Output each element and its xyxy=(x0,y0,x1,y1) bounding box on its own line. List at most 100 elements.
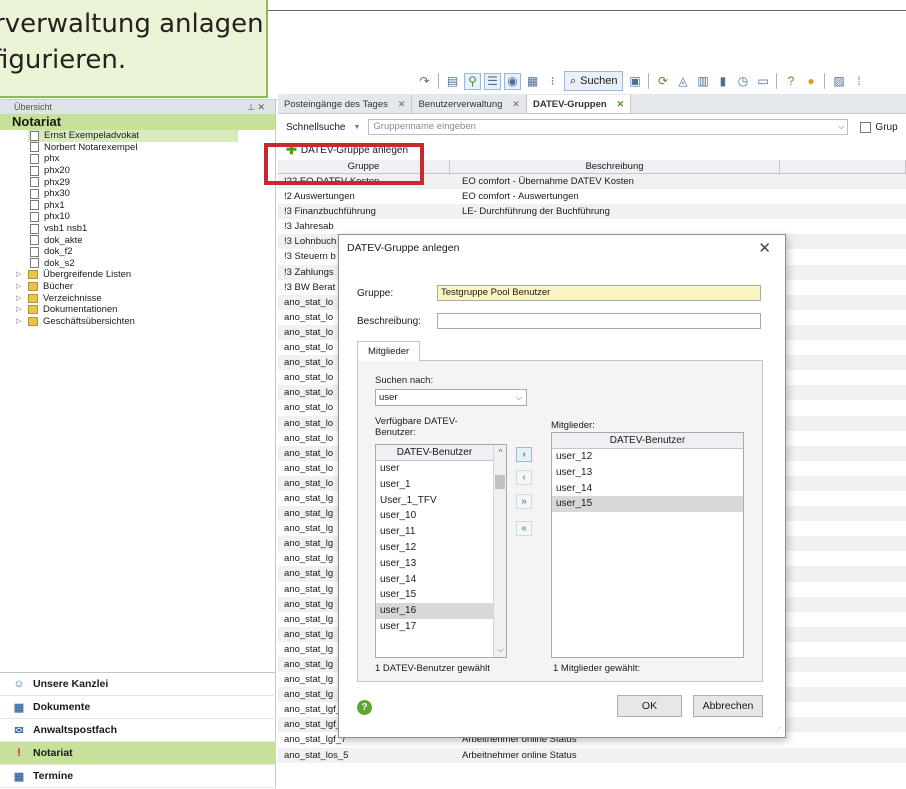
list-item[interactable]: user_12 xyxy=(552,449,743,465)
close-tab-icon[interactable]: ✕ xyxy=(398,99,406,110)
nav-dokumente[interactable]: ▦ Dokumente xyxy=(0,696,276,719)
list-item[interactable]: user_17 xyxy=(376,619,493,635)
filter-icon[interactable]: ⚲ xyxy=(464,72,481,90)
nav-notariat[interactable]: ! Notariat xyxy=(0,742,276,765)
tree-item[interactable]: phx29 xyxy=(0,176,275,188)
calculator-icon[interactable]: ▮ xyxy=(714,73,731,90)
tree-folder[interactable]: ▷ Verzeichnisse xyxy=(0,292,275,304)
tab-benutzerverwaltung[interactable]: Benutzerverwaltung ✕ xyxy=(412,95,527,113)
lightbulb-icon[interactable]: ● xyxy=(802,73,819,90)
group-filter-checkbox[interactable] xyxy=(860,121,872,133)
available-users-scrollbar[interactable]: ^ ⌵ xyxy=(493,445,506,657)
nav-termine[interactable]: ▦ Termine xyxy=(0,765,276,788)
group-name-input[interactable]: Testgruppe Pool Benutzer xyxy=(437,285,761,301)
list-item[interactable]: user_10 xyxy=(376,508,493,524)
add-datev-group-button[interactable]: ✚ DATEV-Gruppe anlegen xyxy=(278,140,906,160)
tree-item[interactable]: phx10 xyxy=(0,211,275,223)
tree-item[interactable]: phx xyxy=(0,153,275,165)
redo-icon[interactable]: ↷ xyxy=(416,73,433,90)
sort-icon[interactable]: ⁝ xyxy=(544,73,561,90)
add-member-button[interactable]: › xyxy=(516,447,532,462)
close-tab-icon[interactable]: ✕ xyxy=(512,99,520,110)
column-header-description[interactable]: Beschreibung xyxy=(450,160,780,173)
tree-item[interactable]: dok_f2 xyxy=(0,246,275,258)
book-icon[interactable]: ▥ xyxy=(694,73,711,90)
tree-root-notariat[interactable]: Notariat xyxy=(0,114,275,130)
nav-unsere-kanzlei[interactable]: ☺ Unsere Kanzlei xyxy=(0,673,276,696)
close-tab-icon[interactable]: ✕ xyxy=(617,99,625,110)
expand-arrow-icon[interactable]: ▷ xyxy=(16,293,24,304)
list-item[interactable]: user xyxy=(376,461,493,477)
tree-folder[interactable]: ▷ Geschäftsübersichten xyxy=(0,316,275,328)
chevron-down-icon[interactable]: ⌵ xyxy=(834,122,848,132)
available-users-list[interactable]: DATEV-Benutzer user user_1 User_1_TFV user_… xyxy=(375,444,507,658)
tree-folder[interactable]: ▷ Übergreifende Listen xyxy=(0,269,275,281)
list-item[interactable]: user_13 xyxy=(376,556,493,572)
tree-item[interactable]: dok_s2 xyxy=(0,258,275,270)
tree-item[interactable]: phx1 xyxy=(0,200,275,212)
quicksearch-mode-dropdown-icon[interactable]: ▼ xyxy=(353,124,360,131)
table-row[interactable]: !3 Jahresab xyxy=(278,219,906,234)
tab-posteingänge-des-tages[interactable]: Posteingänge des Tages ✕ xyxy=(278,95,413,113)
list-item[interactable]: user_15 xyxy=(376,587,493,603)
tree-item[interactable]: Norbert Notarexempel xyxy=(0,142,275,154)
refresh-icon[interactable]: ⟳ xyxy=(654,73,671,90)
tree-item[interactable]: phx20 xyxy=(0,165,275,177)
list-item[interactable]: user_16 xyxy=(376,603,493,619)
tree-folder[interactable]: ▷ Bücher xyxy=(0,281,275,293)
ruler-icon[interactable]: ◬ xyxy=(674,73,691,90)
list-item[interactable]: user_14 xyxy=(552,481,743,497)
table-row[interactable]: ano_stat_los_5 Arbeitnehmer online Status xyxy=(278,747,906,763)
expand-arrow-icon[interactable]: ▷ xyxy=(16,269,24,280)
column-header-group[interactable]: Gruppe xyxy=(278,160,450,173)
tab-datev-gruppen[interactable]: DATEV-Gruppen ✕ xyxy=(526,95,632,113)
help-icon[interactable]: ? xyxy=(357,700,372,715)
nav-anwaltspostfach[interactable]: ✉ Anwaltspostfach xyxy=(0,719,276,742)
help-icon[interactable]: ? xyxy=(782,73,799,90)
tab-members[interactable]: Mitglieder xyxy=(357,341,421,361)
members-header[interactable]: DATEV-Benutzer xyxy=(552,433,743,449)
table-row[interactable]: !22 EO DATEV Kosten EO comfort - Übernahm… xyxy=(278,174,906,190)
list-item[interactable]: user_15 xyxy=(552,496,743,513)
overflow-icon[interactable]: ⁞ xyxy=(850,73,867,90)
cancel-button[interactable]: Abbrechen xyxy=(693,695,763,717)
list-item[interactable]: user_1 xyxy=(376,477,493,493)
tree-item[interactable]: phx30 xyxy=(0,188,275,200)
card-icon[interactable]: ▭ xyxy=(754,73,771,90)
close-icon[interactable]: ✕ xyxy=(758,239,771,257)
quicksearch-input[interactable]: Gruppenname eingeben xyxy=(368,119,849,135)
add-all-members-button[interactable]: » xyxy=(516,494,532,509)
chart-icon[interactable]: ▨ xyxy=(830,73,847,90)
tree-folder[interactable]: ▷ Dokumentationen xyxy=(0,304,275,316)
ok-button[interactable]: OK xyxy=(617,695,682,717)
expand-arrow-icon[interactable]: ▷ xyxy=(16,316,24,327)
scroll-up-icon[interactable]: ^ xyxy=(494,446,506,459)
pane-pin-close-icon[interactable]: ⊥ ✕ xyxy=(247,102,265,113)
tree-item[interactable]: dok_akte xyxy=(0,234,275,246)
list-item[interactable]: user_13 xyxy=(552,465,743,481)
window-icon[interactable]: ▤ xyxy=(444,73,461,90)
table-row[interactable]: !2 Auswertungen EO comfort - Auswertungen xyxy=(278,189,906,204)
scroll-down-icon[interactable]: ⌵ xyxy=(494,643,506,656)
list-item[interactable]: user_14 xyxy=(376,572,493,588)
description-input[interactable] xyxy=(437,313,761,329)
search-for-combo[interactable]: user ⌵ xyxy=(375,389,527,406)
remove-member-button[interactable]: ‹ xyxy=(516,470,532,485)
magnifier-icon[interactable]: ◉ xyxy=(504,72,521,90)
expand-arrow-icon[interactable]: ▷ xyxy=(16,281,24,292)
list-item[interactable]: User_1_TFV xyxy=(376,493,493,509)
members-list[interactable]: DATEV-Benutzer user_12 user_13 user_14 user… xyxy=(551,432,744,658)
available-users-header[interactable]: DATEV-Benutzer xyxy=(376,445,493,461)
scroll-thumb[interactable] xyxy=(495,475,505,489)
list-item[interactable]: user_11 xyxy=(376,524,493,540)
search-toolbar-button[interactable]: ⌕ Suchen xyxy=(564,71,624,91)
table-row[interactable]: !3 Finanzbuchführung LE- Durchführung der… xyxy=(278,204,906,220)
remove-all-members-button[interactable]: « xyxy=(516,521,532,536)
columns-icon[interactable]: ▦ xyxy=(524,73,541,90)
expand-arrow-icon[interactable]: ▷ xyxy=(16,304,24,315)
list-view-icon[interactable]: ☰ xyxy=(484,72,501,90)
list-item[interactable]: user_12 xyxy=(376,540,493,556)
resize-grip-icon[interactable]: ⋰ xyxy=(775,726,782,734)
clock-icon[interactable]: ◷ xyxy=(734,73,751,90)
tree-item[interactable]: Ernst Exempeladvokat xyxy=(28,130,238,142)
